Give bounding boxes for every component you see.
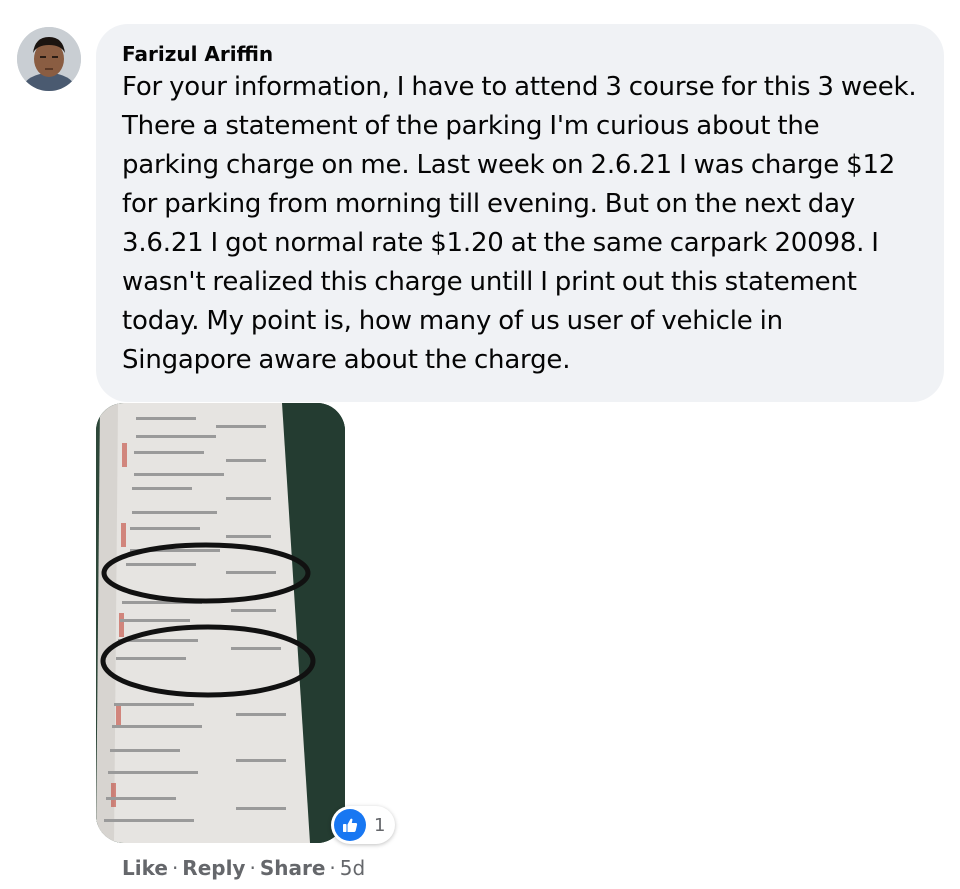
comment-text: For your information, I have to attend 3… — [122, 72, 917, 375]
reaction-count: 1 — [374, 814, 386, 836]
like-button[interactable]: Like — [122, 856, 168, 880]
comment-bubble: Farizul Ariffin For your information, I … — [96, 24, 944, 402]
like-icon — [334, 809, 366, 841]
reply-button[interactable]: Reply — [182, 856, 245, 880]
separator-dot: · — [171, 856, 179, 880]
share-button[interactable]: Share — [260, 856, 326, 880]
profile-photo — [17, 27, 81, 91]
attached-photo[interactable] — [96, 403, 345, 843]
receipt-photo — [96, 403, 345, 843]
reaction-summary[interactable]: 1 — [331, 806, 396, 844]
comment-actions: Like · Reply · Share · 5d — [122, 856, 365, 880]
comment: Farizul Ariffin For your information, I … — [0, 0, 960, 889]
avatar[interactable] — [17, 27, 81, 91]
separator-dot: · — [249, 856, 256, 880]
separator-dot: · — [329, 856, 336, 880]
timestamp[interactable]: 5d — [340, 856, 365, 880]
author-name[interactable]: Farizul Ariffin — [122, 42, 918, 66]
